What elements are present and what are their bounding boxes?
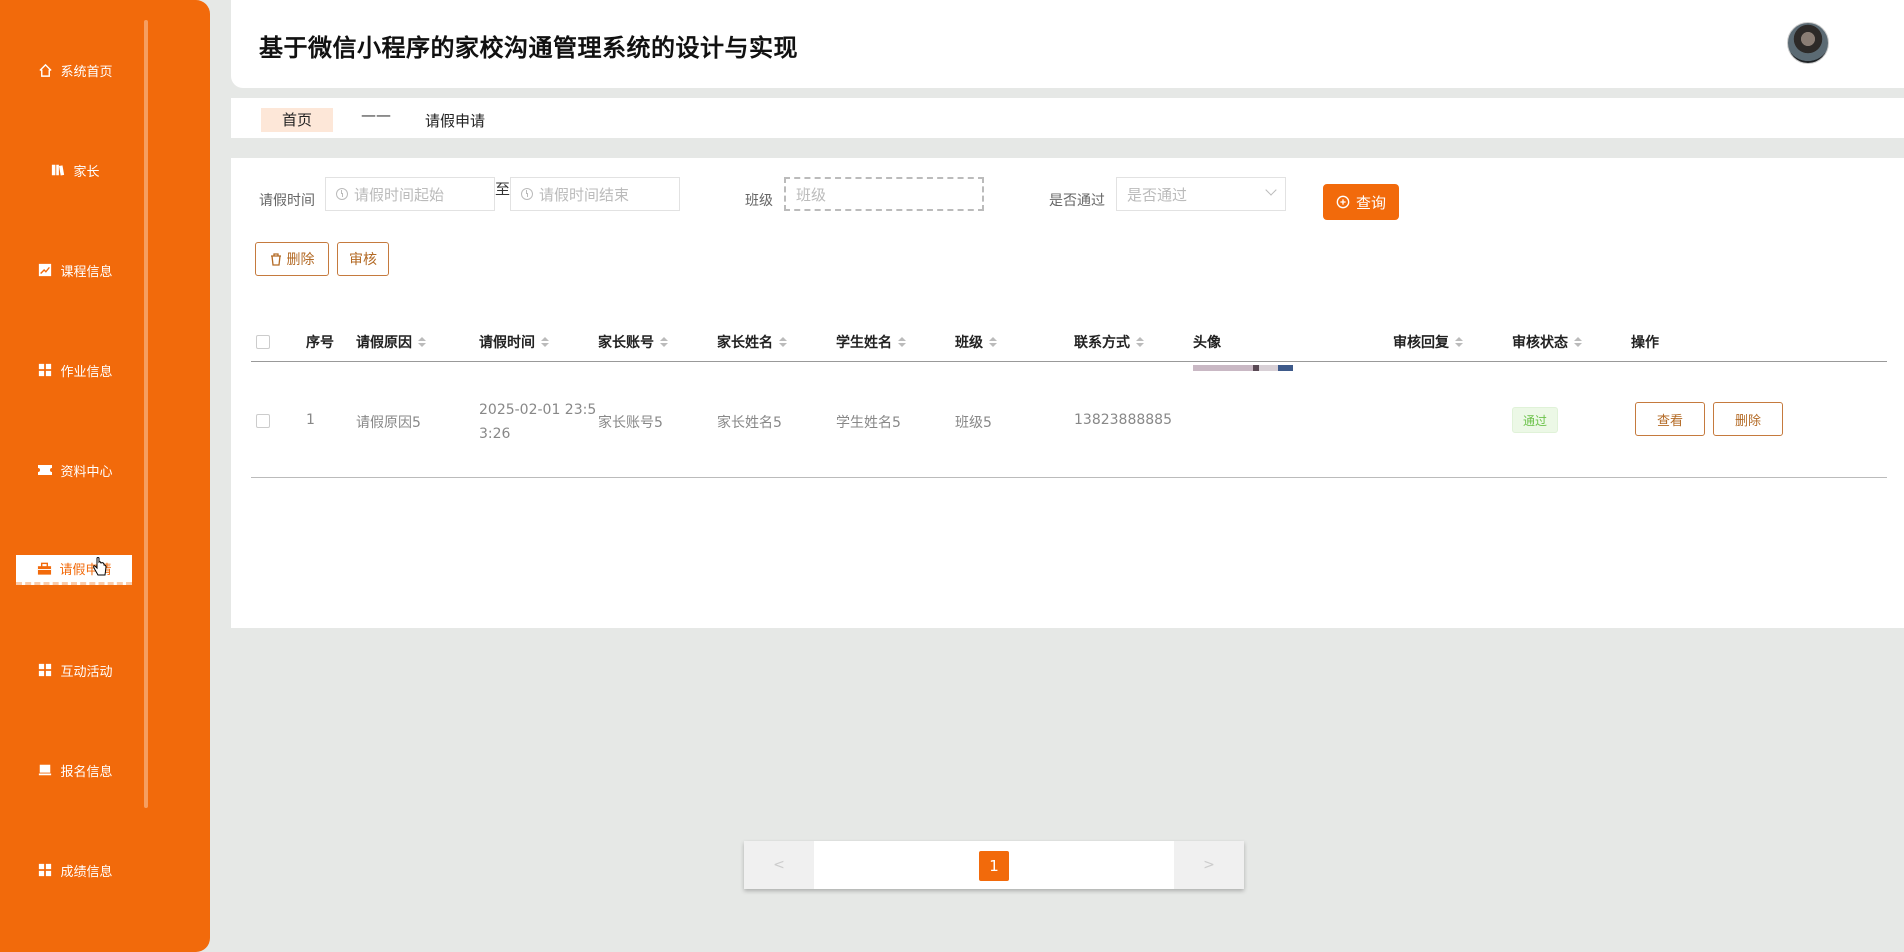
column-header-parent-name[interactable]: 家长姓名 [717,332,787,352]
column-header-phone[interactable]: 联系方式 [1074,332,1144,352]
prev-page-button[interactable]: < [744,841,814,889]
status-badge: 通过 [1512,407,1558,433]
sort-icon[interactable] [779,337,787,347]
cell-phone: 13823888885 [1074,412,1172,428]
cell-student-name: 学生姓名5 [836,415,901,431]
grid-icon [37,362,53,378]
search-plus-icon [1336,195,1350,209]
sidebar-item-label: 资料中心 [60,464,113,480]
ticket-icon [37,462,53,478]
sort-icon[interactable] [898,337,906,347]
table-row-divider [251,477,1887,478]
sort-icon[interactable] [541,337,549,347]
sidebar-item-resources[interactable]: 资料中心 [0,455,150,485]
sidebar-item-label: 报名信息 [60,764,113,780]
clock-icon [336,188,348,200]
sidebar-item-home[interactable]: 系统首页 [0,55,150,85]
time-start-input[interactable]: 请假时间起始 [325,177,495,211]
sort-icon[interactable] [1574,337,1582,347]
sidebar-item-label: 作业信息 [60,364,113,380]
clock-icon [521,188,533,200]
monitor-icon [37,762,53,778]
breadcrumb-current: 请假申请 [425,112,486,130]
trash-icon [270,252,281,266]
header: 基于微信小程序的家校沟通管理系统的设计与实现 [231,0,1904,88]
sort-icon[interactable] [418,337,426,347]
briefcase-icon [36,561,52,577]
cell-reason: 请假原因5 [356,415,421,431]
view-button[interactable]: 查看 [1635,402,1705,436]
chevron-down-icon [1265,184,1277,196]
review-button[interactable]: 审核 [337,242,389,276]
grid-icon [37,662,53,678]
sidebar-scrollbar[interactable] [144,20,148,808]
book-icon [50,162,66,178]
sidebar-item-label: 成绩信息 [60,864,113,880]
select-all-checkbox[interactable] [256,335,270,349]
time-end-input[interactable]: 请假时间结束 [510,177,680,211]
sidebar-item-grades[interactable]: 成绩信息 [0,855,150,885]
page-number-button[interactable]: 1 [979,851,1009,881]
query-button[interactable]: 查询 [1323,184,1399,220]
column-header-index: 序号 [306,335,334,351]
column-header-class[interactable]: 班级 [955,332,997,352]
chart-icon [37,262,53,278]
batch-delete-button[interactable]: 删除 [255,242,329,276]
sidebar: 系统首页 家长 课程信息 作业信息 资料中心 请假申请 互动活动 报名信息 成绩… [0,0,210,952]
column-header-actions: 操作 [1631,335,1659,351]
sidebar-item-label: 家长 [73,164,100,180]
column-header-parent-account[interactable]: 家长账号 [598,332,668,352]
column-header-reason[interactable]: 请假原因 [356,332,426,352]
grid-icon [37,862,53,878]
column-header-status[interactable]: 审核状态 [1512,332,1582,352]
sidebar-item-leave[interactable]: 请假申请 [16,555,132,585]
sidebar-item-label: 系统首页 [60,64,113,80]
sidebar-item-label: 互动活动 [60,664,113,680]
column-header-avatar: 头像 [1193,335,1221,351]
delete-button[interactable]: 删除 [1713,402,1783,436]
column-header-student-name[interactable]: 学生姓名 [836,332,906,352]
sort-icon[interactable] [660,337,668,347]
row-checkbox[interactable] [256,414,270,428]
sort-icon[interactable] [1136,337,1144,347]
breadcrumb-home[interactable]: 首页 [261,108,333,132]
cell-parent-account: 家长账号5 [598,415,663,431]
class-input[interactable]: 班级 [784,177,984,211]
avatar-thumbnail[interactable] [1193,365,1293,371]
sort-icon[interactable] [1455,337,1463,347]
table-header-divider [251,361,1887,362]
time-label: 请假时间 [259,193,315,209]
home-icon [37,62,53,78]
cell-class: 班级5 [955,415,992,431]
sidebar-item-course[interactable]: 课程信息 [0,255,150,285]
sidebar-item-parent[interactable]: 家长 [0,155,150,185]
next-page-button[interactable]: > [1174,841,1244,889]
sidebar-item-activity[interactable]: 互动活动 [0,655,150,685]
approved-label: 是否通过 [1049,193,1105,209]
user-avatar[interactable] [1787,22,1829,64]
cell-parent-name: 家长姓名5 [717,415,782,431]
hand-cursor-icon [92,557,108,581]
breadcrumb-separator: —— [361,106,391,124]
sort-icon[interactable] [989,337,997,347]
class-label: 班级 [745,193,773,209]
main-panel: 请假时间 请假时间起始 至 请假时间结束 班级 班级 是否通过 是否通过 查询 … [231,158,1904,628]
sidebar-item-signup[interactable]: 报名信息 [0,755,150,785]
cell-time: 2025-02-01 23:5 3:26 [479,402,597,442]
column-header-time[interactable]: 请假时间 [479,332,549,352]
cell-index: 1 [306,412,315,428]
approved-select[interactable]: 是否通过 [1116,177,1286,211]
breadcrumb: 首页 —— 请假申请 [231,98,1904,138]
to-label: 至 [495,180,511,198]
sidebar-item-homework[interactable]: 作业信息 [0,355,150,385]
pagination: < 1 > [744,841,1244,889]
sidebar-item-label: 课程信息 [60,264,113,280]
page-title: 基于微信小程序的家校沟通管理系统的设计与实现 [259,34,798,62]
column-header-reply[interactable]: 审核回复 [1393,332,1463,352]
